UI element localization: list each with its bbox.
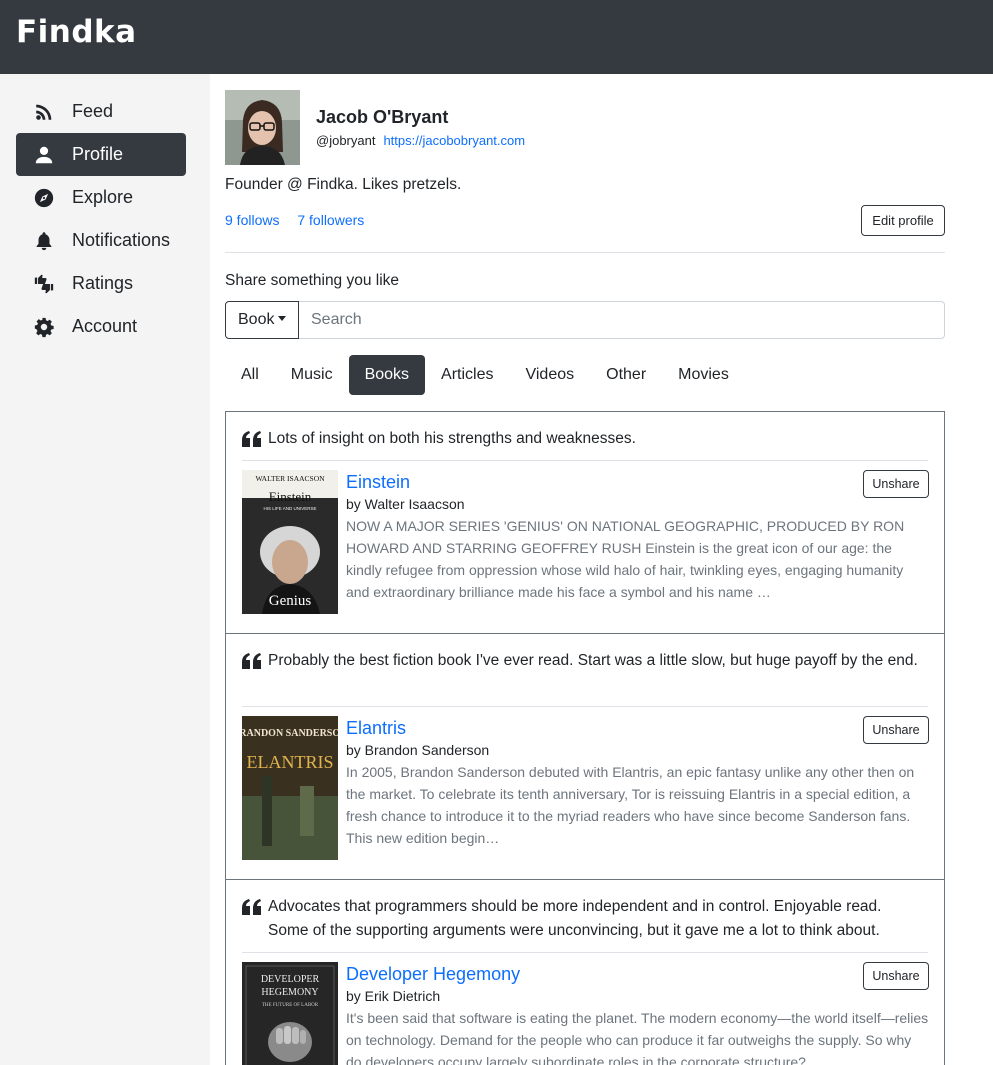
sidebar-item-label: Account [72, 316, 138, 336]
sidebar-item-ratings[interactable]: Ratings [16, 262, 186, 305]
rss-icon [16, 101, 72, 123]
followers-link[interactable]: 7 followers [297, 212, 364, 228]
book-author: by Walter Isaacson [346, 496, 465, 512]
quote-icon [242, 899, 261, 915]
item-type-dropdown[interactable]: Book [225, 301, 299, 339]
shared-items-list: Lots of insight on both his strengths an… [225, 411, 945, 1065]
cover-author: WALTER ISAACSON [255, 474, 325, 483]
profile-handle-row: @jobryant https://jacobobryant.com [316, 133, 525, 148]
divider [225, 252, 945, 253]
cover-title: ELANTRIS [247, 752, 334, 772]
item-comment: Lots of insight on both his strengths an… [268, 430, 636, 447]
tab-books[interactable]: Books [348, 355, 426, 395]
unshare-button[interactable]: Unshare [863, 962, 929, 990]
cover-title: HEGEMONY [261, 987, 318, 998]
book-description: It's been said that software is eating t… [346, 1010, 929, 1065]
sidebar-item-label: Feed [72, 101, 114, 121]
divider [242, 460, 928, 461]
tab-movies[interactable]: Movies [662, 355, 745, 395]
quote-icon [242, 431, 261, 447]
cover-author: BRANDON SANDERSON [242, 728, 338, 739]
sidebar-item-label: Explore [72, 187, 134, 207]
sidebar-item-label: Profile [72, 144, 124, 164]
book-description: In 2005, Brandon Sanderson debuted with … [346, 764, 915, 846]
tab-music[interactable]: Music [275, 355, 349, 395]
person-icon [16, 144, 72, 166]
profile-website-link[interactable]: https://jacobobryant.com [383, 133, 525, 148]
cover-tagline: Genius [269, 593, 312, 609]
edit-profile-button[interactable]: Edit profile [861, 205, 945, 236]
profile-handle: @jobryant [316, 133, 376, 148]
book-title-link[interactable]: Elantris [346, 718, 406, 739]
sidebar: Feed Profile Explore Notifications Ratin… [0, 74, 210, 1065]
unshare-button[interactable]: Unshare [863, 470, 929, 498]
book-cover[interactable]: WALTER ISAACSON Einstein HIS LIFE AND UN… [242, 470, 338, 614]
search-input[interactable] [299, 301, 945, 339]
book-title-link[interactable]: Einstein [346, 472, 410, 493]
item-comment: Advocates that programmers should be mor… [268, 898, 882, 939]
list-item: Lots of insight on both his strengths an… [226, 412, 944, 634]
compass-icon [16, 187, 72, 209]
divider [242, 952, 928, 953]
book-description: NOW A MAJOR SERIES 'GENIUS' ON NATIONAL … [346, 518, 905, 600]
book-cover[interactable]: DEVELOPER HEGEMONY THE FUTURE OF LABOR [242, 962, 338, 1065]
book-author: by Erik Dietrich [346, 988, 441, 1004]
quote-icon [242, 653, 261, 669]
tab-other[interactable]: Other [590, 355, 662, 395]
item-type-value: Book [238, 311, 275, 328]
profile-bio: Founder @ Findka. Likes pretzels. [225, 176, 462, 193]
tab-all[interactable]: All [225, 355, 275, 395]
sidebar-item-notifications[interactable]: Notifications [16, 219, 186, 262]
caret-down-icon [278, 316, 287, 321]
sidebar-item-profile[interactable]: Profile [16, 133, 186, 176]
avatar [225, 90, 300, 165]
thumbs-icon [16, 273, 72, 295]
book-author: by Brandon Sanderson [346, 742, 490, 758]
profile-name: Jacob O'Bryant [316, 107, 449, 127]
divider [242, 706, 928, 707]
sidebar-item-account[interactable]: Account [16, 305, 186, 348]
unshare-button[interactable]: Unshare [863, 716, 929, 744]
category-tabs: All Music Books Articles Videos Other Mo… [225, 355, 745, 395]
cover-subtitle: THE FUTURE OF LABOR [262, 1003, 319, 1008]
profile-stats: 9 follows 7 followers [225, 212, 378, 228]
sidebar-item-explore[interactable]: Explore [16, 176, 186, 219]
follows-link[interactable]: 9 follows [225, 212, 279, 228]
sidebar-item-label: Notifications [72, 230, 171, 250]
list-item: Probably the best fiction book I've ever… [226, 634, 944, 880]
item-comment: Probably the best fiction book I've ever… [268, 652, 918, 669]
cover-author: DEVELOPER [261, 974, 320, 985]
sidebar-item-label: Ratings [72, 273, 134, 293]
tab-videos[interactable]: Videos [509, 355, 590, 395]
book-cover[interactable]: BRANDON SANDERSON ELANTRIS [242, 716, 338, 860]
list-item: Advocates that programmers should be mor… [226, 880, 944, 1065]
tab-articles[interactable]: Articles [425, 355, 509, 395]
cover-title: Einstein [269, 489, 312, 504]
top-bar: Findka [0, 0, 993, 74]
bell-icon [16, 230, 72, 252]
sidebar-item-feed[interactable]: Feed [16, 90, 186, 133]
gear-icon [16, 316, 72, 338]
cover-subtitle: HIS LIFE AND UNIVERSE [263, 506, 316, 511]
share-label: Share something you like [225, 272, 400, 289]
app-logo[interactable]: Findka [16, 14, 137, 50]
book-title-link[interactable]: Developer Hegemony [346, 964, 520, 985]
